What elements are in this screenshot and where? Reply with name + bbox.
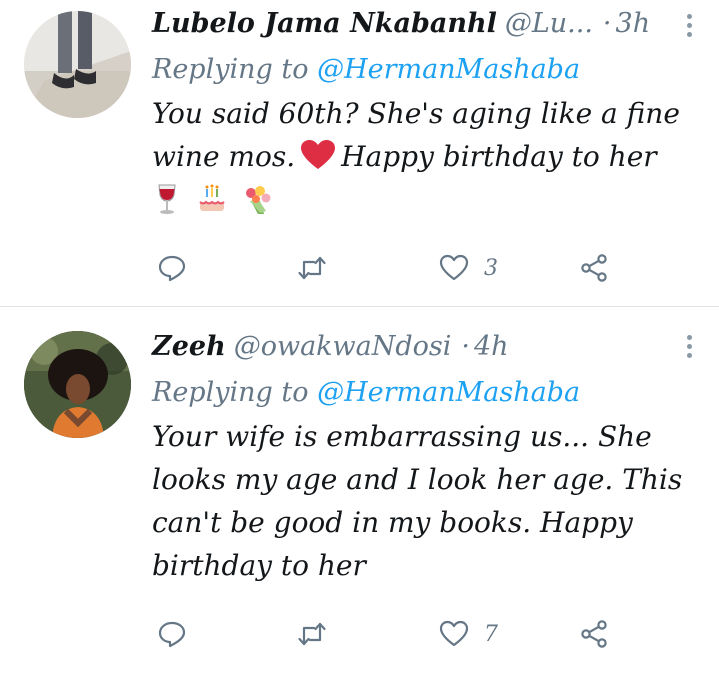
share-button[interactable] — [578, 250, 610, 286]
mention-link[interactable]: @HermanMashaba — [317, 54, 580, 85]
timestamp[interactable]: 4h — [474, 331, 509, 362]
display-name[interactable]: Lubelo Jama Nkabanhl — [152, 8, 497, 39]
avatar[interactable] — [24, 11, 131, 118]
retweet-icon — [298, 622, 326, 646]
reply-button[interactable] — [156, 250, 188, 286]
heart-icon — [439, 620, 469, 647]
tweet-text-part: Happy birthday to her — [341, 140, 657, 173]
tweet-content: Lubelo Jama Nkabanhl @Lu... · 3h Replyin… — [152, 8, 699, 222]
tweet[interactable]: Zeeh @owakwaNdosi · 4h Replying to @Herm… — [0, 307, 719, 677]
share-icon — [581, 254, 607, 282]
tweet-text: You said 60th? She's aging like a fine w… — [152, 92, 707, 222]
reply-icon — [158, 621, 186, 648]
tweet[interactable]: Lubelo Jama Nkabanhl @Lu... · 3h Replyin… — [0, 0, 719, 306]
more-options-icon[interactable] — [685, 14, 693, 40]
reply-button[interactable] — [156, 616, 188, 652]
replying-prefix: Replying to — [152, 377, 309, 408]
tweet-header: Lubelo Jama Nkabanhl @Lu... · 3h — [152, 8, 699, 48]
handle[interactable]: @owakwaNdosi — [234, 331, 452, 362]
action-bar: 7 — [152, 616, 622, 652]
avatar[interactable] — [24, 331, 131, 438]
like-button[interactable]: 7 — [438, 616, 498, 652]
more-options-icon[interactable] — [685, 335, 693, 361]
replying-to: Replying to @HermanMashaba — [152, 371, 699, 415]
action-bar: 3 — [152, 250, 622, 286]
retweet-icon — [298, 256, 326, 280]
emoji-row — [152, 178, 707, 222]
replying-to: Replying to @HermanMashaba — [152, 48, 699, 92]
retweet-button[interactable] — [296, 250, 328, 286]
like-button[interactable]: 3 — [438, 250, 498, 286]
share-icon — [581, 620, 607, 648]
birthday-cake-icon — [197, 183, 227, 215]
bouquet-icon — [242, 183, 272, 215]
timestamp[interactable]: 3h — [616, 8, 651, 39]
reply-icon — [158, 255, 186, 282]
like-count: 3 — [484, 255, 498, 281]
separator: · — [602, 8, 612, 39]
replying-prefix: Replying to — [152, 54, 309, 85]
tweet-content: Zeeh @owakwaNdosi · 4h Replying to @Herm… — [152, 331, 699, 587]
mention-link[interactable]: @HermanMashaba — [317, 377, 580, 408]
tweet-text: Your wife is embarrassing us... She look… — [152, 420, 683, 582]
heart-icon — [439, 254, 469, 281]
display-name[interactable]: Zeeh — [152, 331, 226, 362]
handle[interactable]: @Lu... — [505, 8, 593, 39]
share-button[interactable] — [578, 616, 610, 652]
retweet-button[interactable] — [296, 616, 328, 652]
tweet-header: Zeeh @owakwaNdosi · 4h — [152, 331, 699, 371]
separator: · — [461, 331, 470, 362]
wine-glass-icon — [152, 183, 182, 215]
like-count: 7 — [484, 621, 498, 647]
reply-feed: Lubelo Jama Nkabanhl @Lu... · 3h Replyin… — [0, 0, 719, 677]
red-heart-icon — [301, 139, 336, 169]
